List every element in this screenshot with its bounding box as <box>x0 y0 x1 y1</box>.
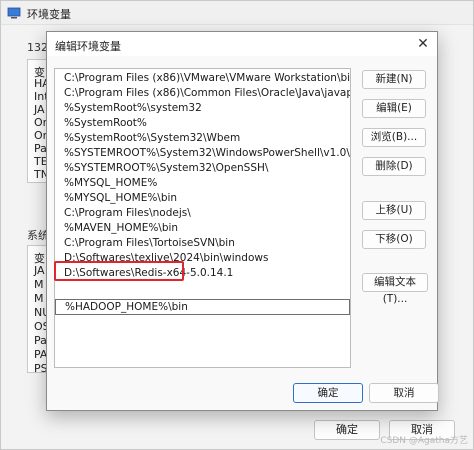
list-item[interactable]: M <box>34 292 44 305</box>
path-item[interactable]: C:\Program Files\TortoiseSVN\bin <box>55 236 350 251</box>
user-variables-label: 132 <box>27 41 48 54</box>
path-item[interactable]: %MAVEN_HOME%\bin <box>55 221 350 236</box>
path-item[interactable]: %SYSTEMROOT%\System32\OpenSSH\ <box>55 161 350 176</box>
bg-ok-button[interactable]: 确定 <box>314 420 380 440</box>
path-item[interactable]: %SystemRoot%\system32 <box>55 101 350 116</box>
path-list[interactable]: C:\Program Files (x86)\VMware\VMware Wor… <box>54 68 351 368</box>
list-item[interactable]: JA <box>34 103 45 116</box>
edit-button[interactable]: 编辑(E) <box>362 99 426 118</box>
dialog-titlebar: 编辑环境变量 ✕ <box>47 32 437 56</box>
bg-titlebar: 环境变量 <box>1 1 473 25</box>
dialog-title: 编辑环境变量 <box>55 40 121 53</box>
close-icon[interactable]: ✕ <box>415 36 431 52</box>
ok-button[interactable]: 确定 <box>293 383 363 403</box>
move-down-button[interactable]: 下移(O) <box>362 230 426 249</box>
path-item[interactable]: %SystemRoot% <box>55 116 350 131</box>
cancel-button[interactable]: 取消 <box>369 383 439 403</box>
browse-button[interactable]: 浏览(B)... <box>362 128 426 147</box>
edit-environment-variable-dialog: 编辑环境变量 ✕ C:\Program Files (x86)\VMware\V… <box>46 31 439 411</box>
move-up-button[interactable]: 上移(U) <box>362 201 426 220</box>
red-highlight-annotation <box>54 261 184 281</box>
list-item[interactable]: JA <box>34 264 45 277</box>
path-item[interactable]: %SystemRoot%\System32\Wbem <box>55 131 350 146</box>
path-item[interactable]: %MYSQL_HOME% <box>55 176 350 191</box>
path-item[interactable]: %MYSQL_HOME%\bin <box>55 191 350 206</box>
path-item[interactable]: %SYSTEMROOT%\System32\WindowsPowerShell\… <box>55 146 350 161</box>
new-button[interactable]: 新建(N) <box>362 70 426 89</box>
path-item[interactable]: C:\Program Files (x86)\Common Files\Orac… <box>55 86 350 101</box>
computer-icon <box>7 7 21 19</box>
bg-window-title: 环境变量 <box>27 8 71 21</box>
delete-button[interactable]: 删除(D) <box>362 157 426 176</box>
list-item[interactable]: Pa <box>34 334 47 347</box>
watermark: CSDN @Agatha方艺 <box>380 436 468 446</box>
path-item[interactable]: C:\Program Files\nodejs\ <box>55 206 350 221</box>
edit-text-button[interactable]: 编辑文本(T)... <box>362 273 428 305</box>
list-item[interactable]: M <box>34 278 44 291</box>
list-item[interactable]: Pa <box>34 142 47 155</box>
path-item[interactable]: C:\Program Files (x86)\VMware\VMware Wor… <box>55 71 350 86</box>
path-item-editing[interactable]: %HADOOP_HOME%\bin <box>55 299 350 315</box>
